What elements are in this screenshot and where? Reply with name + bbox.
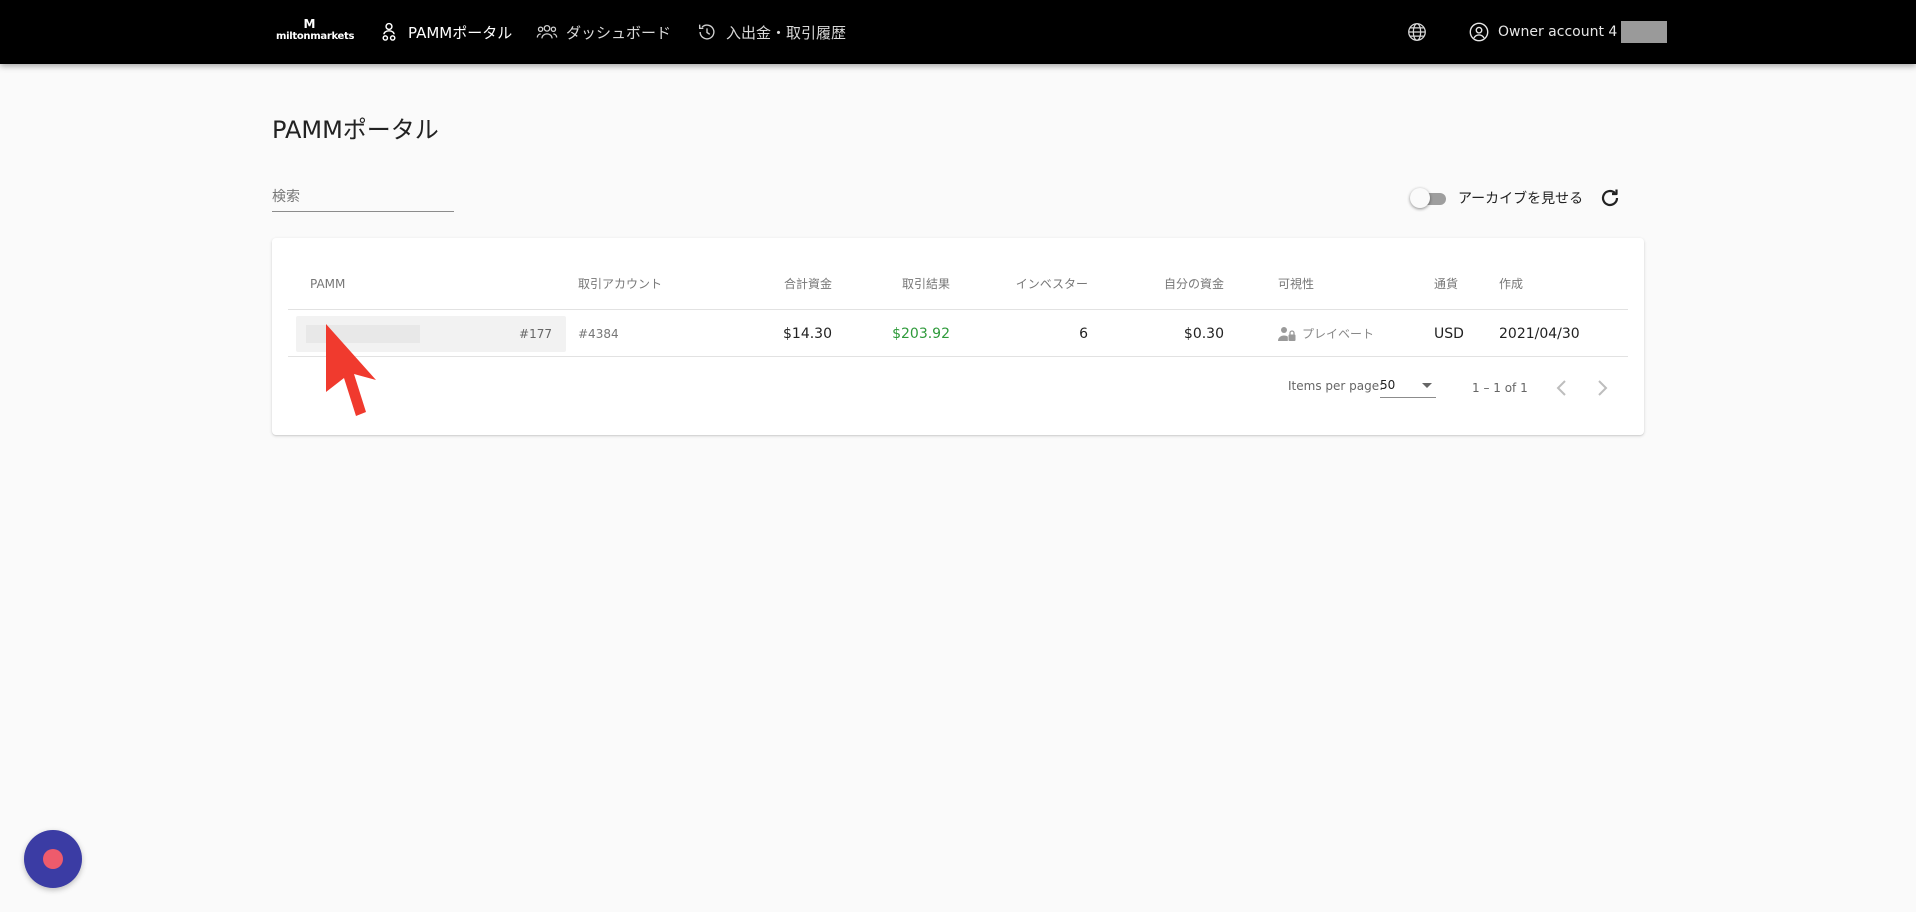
toggle-knob	[1410, 188, 1430, 208]
pamm-table-card: PAMM 取引アカウント 合計資金 取引結果 インベスター 自分の資金 可視性 …	[272, 238, 1644, 435]
owner-account-label: Owner account 4	[1498, 24, 1618, 40]
group-icon	[536, 24, 558, 39]
col-visibility[interactable]: 可視性	[1278, 258, 1314, 310]
currency-cell: USD	[1434, 326, 1464, 342]
items-per-page-select[interactable]: 50	[1380, 374, 1436, 398]
visibility-cell: プレイベート	[1278, 311, 1374, 357]
history-icon	[698, 24, 715, 40]
nav-dashboard[interactable]: ダッシュボード	[536, 20, 671, 44]
logo-text: miltonmarkets	[276, 31, 355, 42]
own-funds-cell: $0.30	[1183, 326, 1224, 342]
created-cell: 2021/04/30	[1499, 326, 1580, 342]
col-pamm[interactable]: PAMM	[310, 258, 345, 310]
annotation-arrow-icon	[326, 324, 376, 416]
dropdown-caret-icon	[1422, 383, 1432, 388]
search-input[interactable]	[272, 182, 454, 212]
items-per-page-label: Items per page:	[1288, 379, 1384, 393]
table-row[interactable]: #177 #4384 $14.30 $203.92 6 $0.30 プレイベート…	[288, 311, 1628, 357]
col-currency[interactable]: 通貨	[1434, 258, 1458, 310]
nav-history-label: 入出金・取引履歴	[726, 23, 847, 42]
visibility-label: プレイベート	[1302, 327, 1375, 341]
top-navbar: M miltonmarkets PAMMポータル ダッシュボード 入出金・取引履…	[0, 0, 1916, 64]
chat-indicator-dot	[43, 849, 63, 869]
items-per-page-value: 50	[1380, 378, 1396, 392]
archive-toggle-label: アーカイブを見せる	[1458, 191, 1584, 207]
redacted-account-number	[1621, 21, 1668, 43]
page-title: PAMMポータル	[272, 116, 439, 144]
table-header: PAMM 取引アカウント 合計資金 取引結果 インベスター 自分の資金 可視性 …	[288, 258, 1628, 310]
previous-page-icon[interactable]	[1550, 376, 1574, 400]
chat-widget-button[interactable]	[24, 830, 82, 888]
paginator: Items per page: 50 1 – 1 of 1	[288, 370, 1628, 402]
col-investors[interactable]: インベスター	[968, 258, 1088, 310]
logo-mark: M	[303, 17, 316, 31]
nav-transaction-history[interactable]: 入出金・取引履歴	[696, 20, 846, 44]
private-lock-user-icon	[1278, 327, 1296, 341]
next-page-icon[interactable]	[1590, 376, 1614, 400]
page-range-label: 1 – 1 of 1	[1472, 381, 1528, 395]
nav-dashboard-label: ダッシュボード	[566, 23, 672, 42]
refresh-icon[interactable]	[1598, 186, 1622, 210]
investors-cell: 6	[1079, 326, 1088, 342]
nav-pamm-label: PAMMポータル	[408, 23, 513, 42]
trading-account-cell: #4384	[578, 327, 619, 341]
trading-result-cell: $203.92	[892, 326, 950, 342]
col-trading-result[interactable]: 取引結果	[838, 258, 950, 310]
account-circle-icon	[1469, 22, 1489, 42]
pamm-user-icon	[382, 22, 396, 41]
total-funds-cell: $14.30	[783, 326, 832, 342]
col-trading-account[interactable]: 取引アカウント	[578, 258, 662, 310]
archive-toggle[interactable]	[1410, 188, 1448, 208]
col-own-funds[interactable]: 自分の資金	[1098, 258, 1224, 310]
col-total-funds[interactable]: 合計資金	[718, 258, 832, 310]
pamm-id: #177	[519, 327, 552, 341]
globe-icon[interactable]	[1406, 21, 1428, 43]
nav-pamm-portal[interactable]: PAMMポータル	[378, 20, 512, 44]
col-created[interactable]: 作成	[1499, 258, 1523, 310]
milton-markets-logo[interactable]: M miltonmarkets	[276, 17, 355, 46]
owner-account-menu[interactable]: Owner account 4	[1468, 20, 1668, 44]
archive-toggle-group: アーカイブを見せる	[1410, 186, 1583, 210]
